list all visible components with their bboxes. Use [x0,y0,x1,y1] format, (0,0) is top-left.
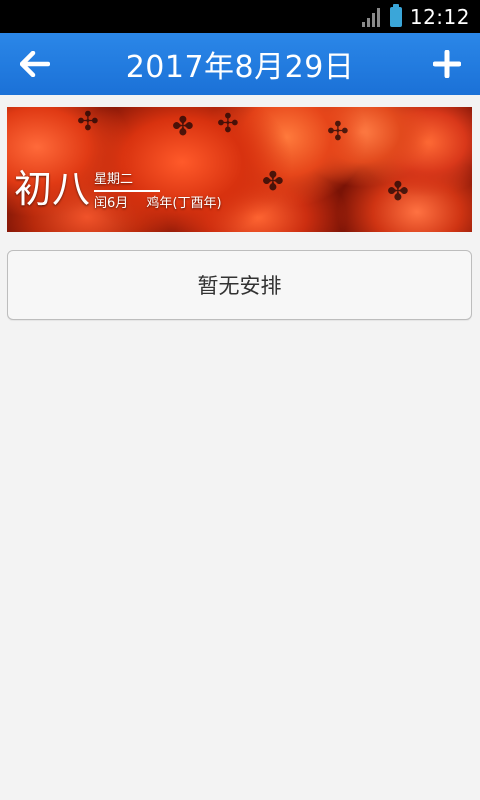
lunar-day: 初八 [14,167,91,211]
status-bar: 12:12 [0,0,480,33]
lunar-year: 鸡年(丁酉年) [146,196,222,211]
lantern-pattern: ✣ [217,109,239,139]
status-time: 12:12 [409,5,470,29]
lunar-year-line: 闰6月 鸡年(丁酉年) [94,196,222,212]
lantern-pattern: ✣ [327,117,349,147]
status-icons: 12:12 [361,4,470,30]
lunar-info: 星期二 闰6月 鸡年(丁酉年) [94,172,222,212]
lantern-pattern: ✤ [387,177,409,207]
arrow-left-icon [20,51,50,77]
lantern-pattern: ✤ [262,167,284,197]
lunar-month: 闰6月 [94,196,129,211]
app-bar: 2017年8月29日 [0,33,480,95]
lantern-pattern: ✤ [172,112,194,142]
add-event-button[interactable] [416,33,478,95]
schedule-empty-text: 暂无安排 [197,274,282,298]
schedule-empty-card[interactable]: 暂无安排 [7,250,472,320]
page-title: 2017年8月29日 [125,50,355,85]
weekday-label: 星期二 [94,172,160,192]
battery-icon [389,4,402,27]
plus-icon [433,50,461,78]
back-button[interactable] [4,33,66,95]
signal-icon [361,7,382,27]
lantern-pattern: ✣ [77,107,99,137]
